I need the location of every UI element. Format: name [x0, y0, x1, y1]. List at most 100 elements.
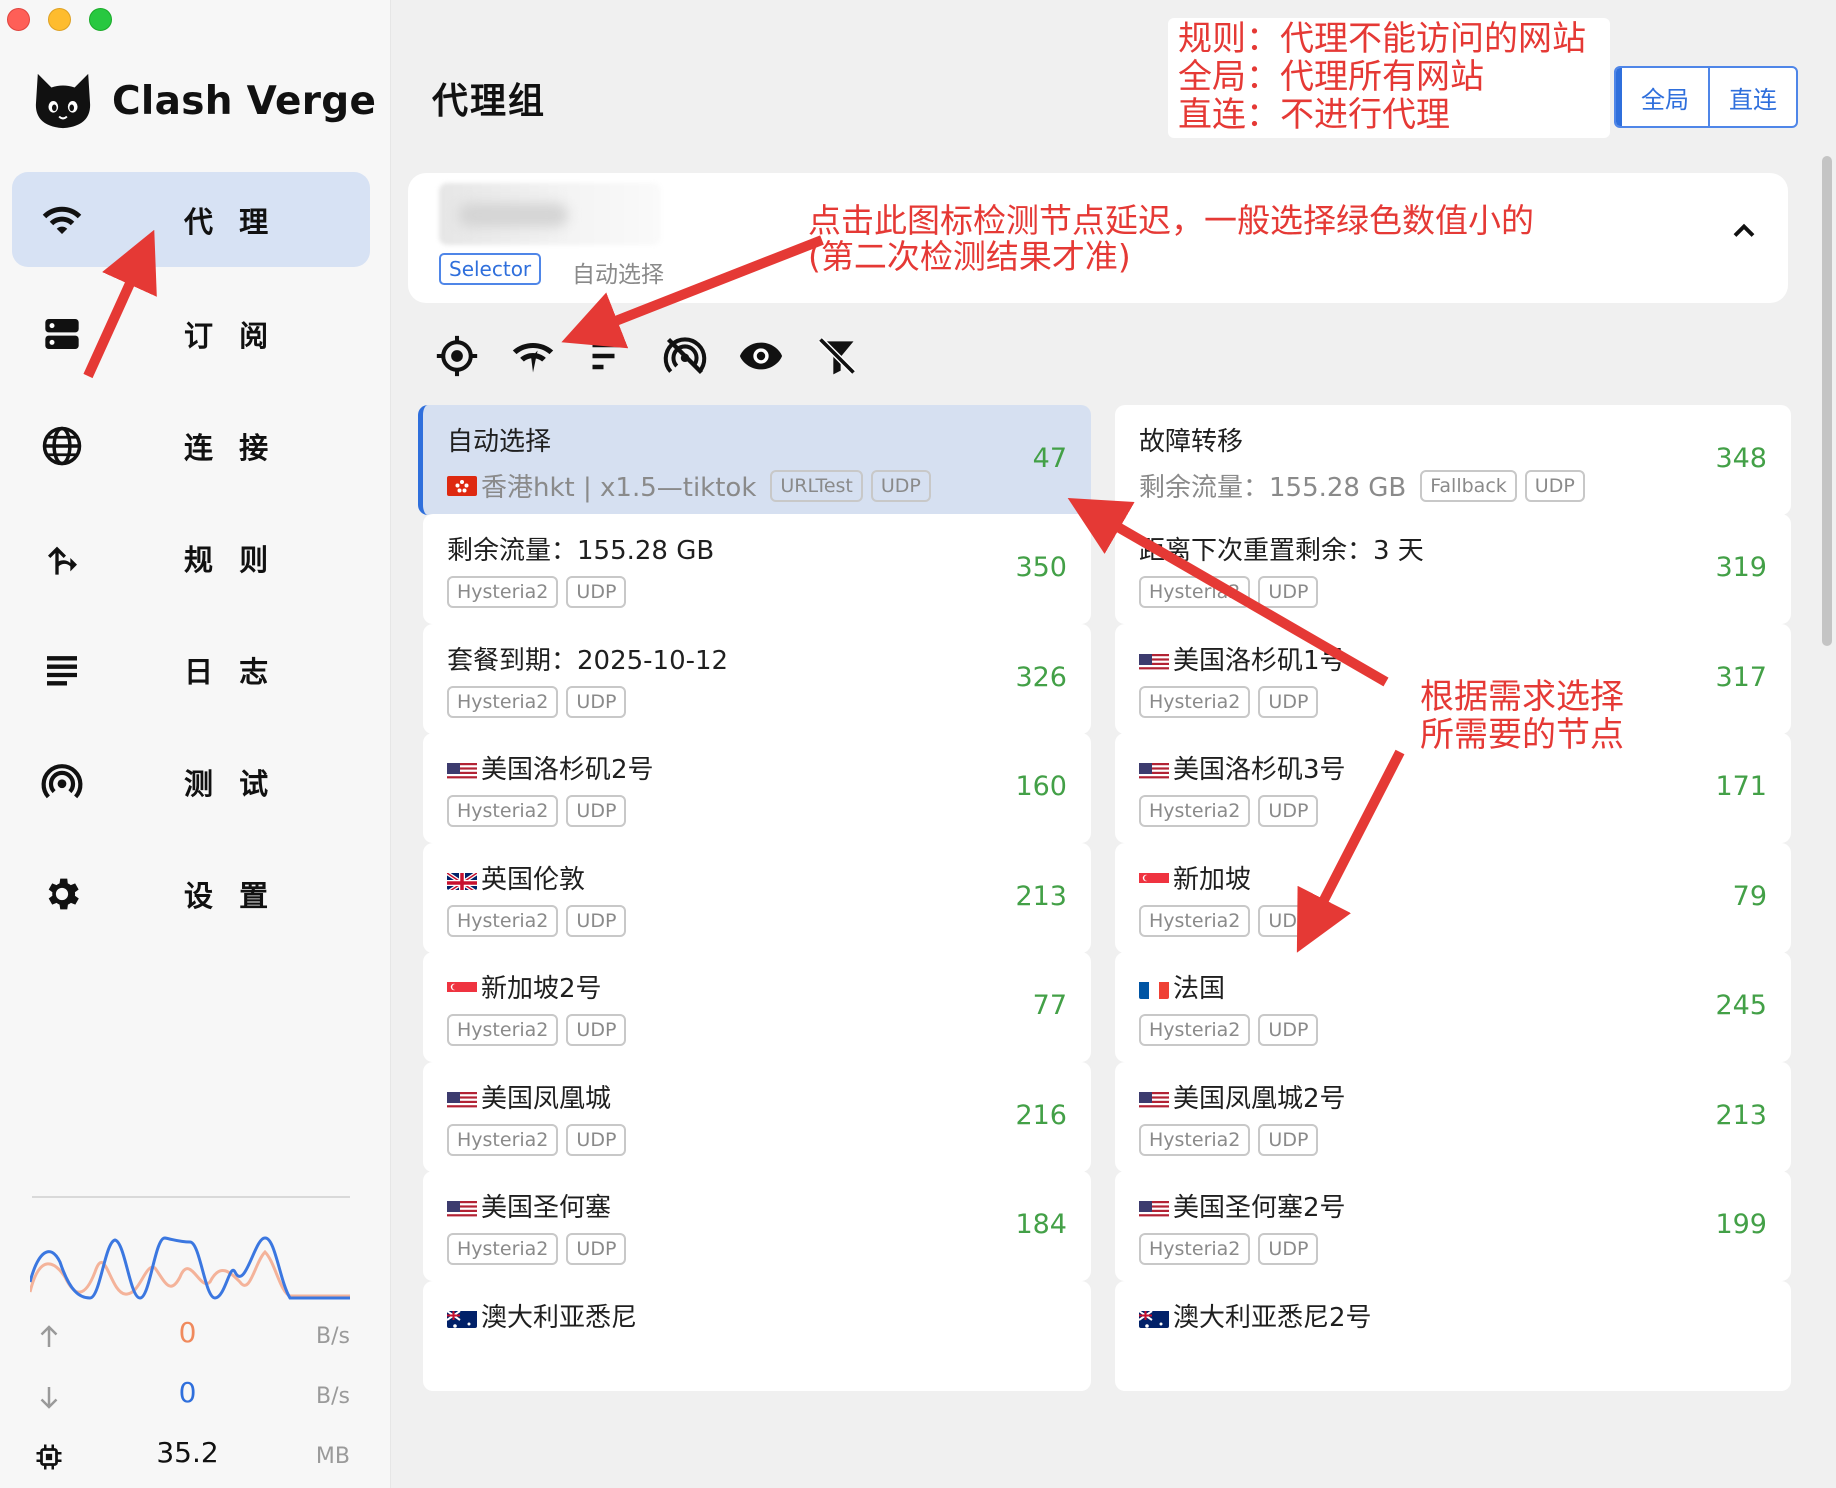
proxy-card[interactable]: 美国洛杉矶2号 Hysteria2 UDP 160 [423, 733, 1091, 843]
proxy-meta: 剩余流量：155.28 GB Fallback UDP [1139, 467, 1593, 504]
proxy-card-fallback[interactable]: 故障转移 剩余流量：155.28 GB Fallback UDP 348 [1115, 405, 1791, 515]
flag-us-icon [1139, 1198, 1169, 1218]
proxy-type-tag: Hysteria2 [1139, 1124, 1251, 1156]
proxy-card[interactable]: 新加坡 Hysteria2 UDP 79 [1115, 843, 1791, 953]
proxy-delay[interactable]: 171 [1715, 771, 1767, 802]
proxy-type-tag: Hysteria2 [447, 1124, 559, 1156]
proxy-card[interactable]: 法国 Hysteria2 UDP 245 [1115, 952, 1791, 1062]
proxy-delay[interactable]: 160 [1015, 771, 1067, 802]
sort-icon[interactable] [583, 330, 635, 382]
proxy-meta: Hysteria2 UDP [447, 1124, 634, 1156]
memory-chip-icon [36, 1444, 62, 1470]
proxy-card[interactable]: 剩余流量：155.28 GB Hysteria2 UDP 350 [423, 514, 1091, 624]
proxy-type-tag: Hysteria2 [447, 576, 559, 608]
proxy-mode-toggle: 全局 直连 [1614, 66, 1798, 128]
proxy-delay[interactable]: 184 [1015, 1209, 1067, 1240]
scrollbar[interactable] [1822, 156, 1832, 646]
sidebar-item-test[interactable]: 测 试 [12, 734, 370, 829]
proxy-card[interactable]: 美国凤凰城 Hysteria2 UDP 216 [423, 1062, 1091, 1172]
udp-tag: UDP [566, 1014, 627, 1046]
sidebar: Clash Verge 代 理 订 阅 连 接 规 则 日 志 测 试 设 置 … [0, 0, 391, 1488]
proxy-name: 法国 [1139, 968, 1225, 1005]
proxy-name-text: 美国圣何塞 [481, 1193, 612, 1223]
sidebar-item-rules[interactable]: 规 则 [12, 510, 370, 605]
proxy-current-node: 香港hkt | x1.5—tiktok [481, 473, 757, 503]
sidebar-item-label: 规 则 [184, 542, 277, 577]
proxy-card[interactable]: 美国圣何塞2号 Hysteria2 UDP 199 [1115, 1171, 1791, 1281]
udp-tag: UDP [566, 1124, 627, 1156]
proxy-meta: Hysteria2 UDP [447, 795, 634, 827]
proxy-delay[interactable]: 79 [1733, 881, 1767, 912]
proxy-delay[interactable]: 213 [1015, 881, 1067, 912]
group-type-badge: Selector [439, 253, 542, 285]
proxy-group-header[interactable]: Selector 自动选择 点击此图标检测节点延迟，一般选择绿色数值小的 (第二… [408, 173, 1788, 303]
window-close-button[interactable] [7, 8, 30, 31]
proxy-name: 新加坡 [1139, 859, 1251, 896]
filter-off-icon[interactable] [811, 330, 863, 382]
proxy-delay[interactable]: 245 [1715, 990, 1767, 1021]
sidebar-item-logs[interactable]: 日 志 [12, 622, 370, 717]
proxy-name-text: 套餐到期：2025-10-12 [447, 646, 729, 676]
proxy-delay[interactable]: 348 [1715, 443, 1767, 474]
proxy-type-tag: Hysteria2 [447, 1014, 559, 1046]
sidebar-item-connections[interactable]: 连 接 [12, 398, 370, 493]
download-speed-row: 0 B/s [0, 1376, 391, 1420]
proxy-meta: Hysteria2 UDP [447, 1233, 634, 1265]
proxy-content: Selector 自动选择 点击此图标检测节点延迟，一般选择绿色数值小的 (第二… [391, 155, 1836, 1488]
window-minimize-button[interactable] [48, 8, 71, 31]
proxy-delay[interactable]: 77 [1033, 990, 1067, 1021]
upload-speed-value: 0 [178, 1316, 197, 1349]
proxy-delay[interactable]: 216 [1015, 1100, 1067, 1131]
proxy-delay[interactable]: 326 [1015, 662, 1067, 693]
sidebar-item-subscriptions[interactable]: 订 阅 [12, 286, 370, 381]
proxy-card[interactable]: 距离下次重置剩余：3 天 Hysteria2 UDP 319 [1115, 514, 1791, 624]
flag-us-icon [447, 1089, 477, 1109]
proxy-name: 美国凤凰城 [447, 1078, 611, 1115]
proxy-type-tag: Hysteria2 [1139, 795, 1251, 827]
proxy-name: 自动选择 [447, 427, 552, 457]
proxy-delay[interactable]: 319 [1715, 552, 1767, 583]
annotation-line: 全局：代理所有网站 [1178, 57, 1484, 97]
udp-tag: UDP [1258, 1233, 1319, 1265]
sidebar-item-label: 日 志 [184, 654, 277, 689]
proxy-delay[interactable]: 199 [1715, 1209, 1767, 1240]
chevron-up-icon[interactable] [1726, 213, 1762, 249]
udp-tag: UDP [566, 1233, 627, 1265]
proxy-name: 距离下次重置剩余：3 天 [1139, 530, 1424, 567]
sidebar-item-proxies[interactable]: 代 理 [12, 172, 370, 267]
delay-check-icon[interactable] [507, 330, 559, 382]
proxy-card[interactable]: 新加坡2号 Hysteria2 UDP 77 [423, 952, 1091, 1062]
proxy-meta: 香港hkt | x1.5—tiktok URLTest UDP [447, 467, 939, 504]
udp-tag: UDP [1258, 795, 1319, 827]
proxy-meta: Hysteria2 UDP [1139, 905, 1326, 937]
gear-icon [40, 872, 84, 916]
window-zoom-button[interactable] [89, 8, 112, 31]
flag-us-icon [447, 760, 477, 780]
proxy-card[interactable]: 英国伦敦 Hysteria2 UDP 213 [423, 843, 1091, 953]
proxy-delay[interactable]: 47 [1033, 443, 1067, 474]
locate-icon[interactable] [431, 330, 483, 382]
proxy-card[interactable]: 美国凤凰城2号 Hysteria2 UDP 213 [1115, 1062, 1791, 1172]
proxy-card[interactable]: 美国圣何塞 Hysteria2 UDP 184 [423, 1171, 1091, 1281]
proxy-card[interactable]: 澳大利亚悉尼2号 [1115, 1281, 1791, 1391]
memory-usage-unit: MB [315, 1444, 350, 1469]
udp-tag: UDP [1258, 905, 1319, 937]
proxy-type-tag: Fallback [1420, 469, 1517, 502]
proxy-name-text: 美国洛杉矶3号 [1173, 755, 1346, 785]
proxy-delay[interactable]: 213 [1715, 1100, 1767, 1131]
proxy-card[interactable]: 澳大利亚悉尼 [423, 1281, 1091, 1391]
sidebar-item-label: 代 理 [184, 204, 277, 239]
proxy-name-text: 澳大利亚悉尼2号 [1173, 1303, 1372, 1333]
eye-icon[interactable] [735, 330, 787, 382]
udp-tag: UDP [1258, 1124, 1319, 1156]
proxy-card[interactable]: 套餐到期：2025-10-12 Hysteria2 UDP 326 [423, 624, 1091, 734]
proxy-delay[interactable]: 350 [1015, 552, 1067, 583]
mode-global-button[interactable]: 全局 [1616, 68, 1708, 126]
mode-direct-button[interactable]: 直连 [1708, 68, 1796, 126]
proxy-delay[interactable]: 317 [1715, 662, 1767, 693]
proxy-type-tag: Hysteria2 [1139, 1233, 1251, 1265]
hide-unavailable-icon[interactable] [659, 330, 711, 382]
proxy-name-text: 新加坡 [1173, 865, 1252, 895]
sidebar-item-settings[interactable]: 设 置 [12, 846, 370, 941]
proxy-card-auto-select[interactable]: 自动选择 香港hkt | x1.5—tiktok URLTest UDP 47 [418, 405, 1091, 515]
